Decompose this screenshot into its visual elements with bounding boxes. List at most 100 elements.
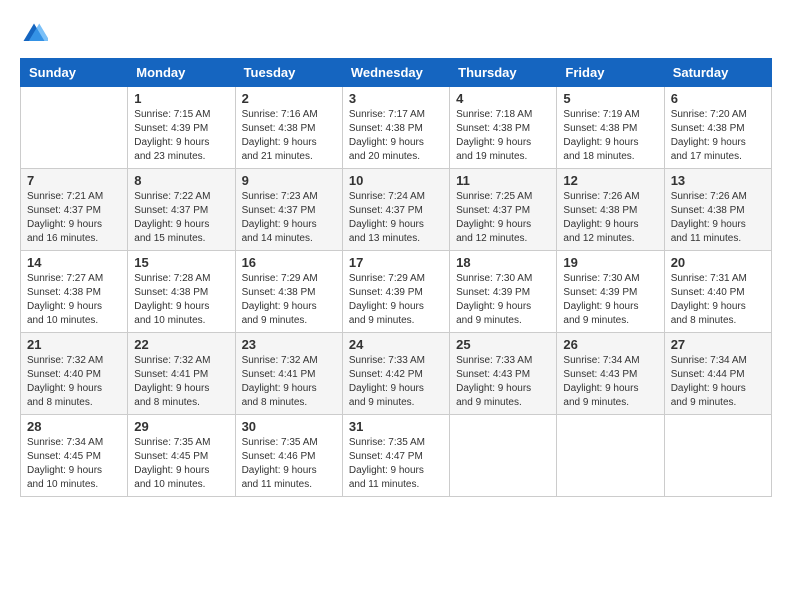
day-info: Sunrise: 7:18 AMSunset: 4:38 PMDaylight:… — [456, 108, 550, 164]
day-info: Sunrise: 7:23 AMSunset: 4:37 PMDaylight:… — [242, 190, 336, 246]
calendar-cell: 5 Sunrise: 7:19 AMSunset: 4:38 PMDaylight… — [557, 87, 664, 169]
calendar-cell: 19 Sunrise: 7:30 AMSunset: 4:39 PMDayligh… — [557, 251, 664, 333]
calendar-cell: 2Sunrise: 7:16 AMSunset: 4:38 PMDaylight… — [235, 87, 342, 169]
calendar-cell: 17 Sunrise: 7:29 AMSunset: 4:39 PMDayligh… — [342, 251, 449, 333]
day-info: Sunrise: 7:34 AMSunset: 4:43 PMDaylight:… — [563, 354, 657, 410]
day-info: Sunrise: 7:20 AMSunset: 4:38 PMDaylight:… — [671, 108, 765, 164]
day-info: Sunrise: 7:35 AMSunset: 4:46 PMDaylight:… — [242, 436, 336, 492]
calendar-cell: 9 Sunrise: 7:23 AMSunset: 4:37 PMDaylight… — [235, 169, 342, 251]
calendar-cell: 1Sunrise: 7:15 AMSunset: 4:39 PMDaylight… — [128, 87, 235, 169]
day-info: Sunrise: 7:33 AMSunset: 4:43 PMDaylight:… — [456, 354, 550, 410]
header-saturday: Saturday — [664, 59, 771, 87]
page-header — [20, 20, 772, 48]
calendar-header-row: SundayMondayTuesdayWednesdayThursdayFrid… — [21, 59, 772, 87]
calendar-cell: 22 Sunrise: 7:32 AMSunset: 4:41 PMDayligh… — [128, 333, 235, 415]
day-info: Sunrise: 7:24 AMSunset: 4:37 PMDaylight:… — [349, 190, 443, 246]
calendar-cell: 6Sunrise: 7:20 AMSunset: 4:38 PMDaylight… — [664, 87, 771, 169]
day-number: 12 — [563, 173, 657, 188]
day-info: Sunrise: 7:33 AMSunset: 4:42 PMDaylight:… — [349, 354, 443, 410]
calendar-cell: 15Sunrise: 7:28 AMSunset: 4:38 PMDayligh… — [128, 251, 235, 333]
day-info: Sunrise: 7:26 AMSunset: 4:38 PMDaylight:… — [671, 190, 765, 246]
day-info: Sunrise: 7:32 AMSunset: 4:41 PMDaylight:… — [134, 354, 228, 410]
calendar-week-3: 14 Sunrise: 7:27 AMSunset: 4:38 PMDayligh… — [21, 251, 772, 333]
day-info: Sunrise: 7:28 AMSunset: 4:38 PMDaylight:… — [134, 272, 228, 328]
calendar-cell — [557, 415, 664, 497]
day-info: Sunrise: 7:29 AMSunset: 4:38 PMDaylight:… — [242, 272, 336, 328]
calendar-cell — [664, 415, 771, 497]
day-number: 23 — [242, 337, 336, 352]
day-number: 14 — [27, 255, 121, 270]
day-number: 31 — [349, 419, 443, 434]
day-info: Sunrise: 7:21 AMSunset: 4:37 PMDaylight:… — [27, 190, 121, 246]
day-info: Sunrise: 7:31 AMSunset: 4:40 PMDaylight:… — [671, 272, 765, 328]
calendar-week-5: 28 Sunrise: 7:34 AMSunset: 4:45 PMDayligh… — [21, 415, 772, 497]
day-number: 8 — [134, 173, 228, 188]
calendar-week-1: 1Sunrise: 7:15 AMSunset: 4:39 PMDaylight… — [21, 87, 772, 169]
day-info: Sunrise: 7:27 AMSunset: 4:38 PMDaylight:… — [27, 272, 121, 328]
calendar-week-2: 7 Sunrise: 7:21 AMSunset: 4:37 PMDaylight… — [21, 169, 772, 251]
calendar-cell: 7 Sunrise: 7:21 AMSunset: 4:37 PMDaylight… — [21, 169, 128, 251]
calendar-cell: 10Sunrise: 7:24 AMSunset: 4:37 PMDayligh… — [342, 169, 449, 251]
calendar-cell: 20 Sunrise: 7:31 AMSunset: 4:40 PMDayligh… — [664, 251, 771, 333]
day-number: 16 — [242, 255, 336, 270]
calendar-cell: 26Sunrise: 7:34 AMSunset: 4:43 PMDayligh… — [557, 333, 664, 415]
day-number: 9 — [242, 173, 336, 188]
day-number: 7 — [27, 173, 121, 188]
header-thursday: Thursday — [450, 59, 557, 87]
day-number: 24 — [349, 337, 443, 352]
calendar-cell: 12 Sunrise: 7:26 AMSunset: 4:38 PMDayligh… — [557, 169, 664, 251]
calendar-cell: 24 Sunrise: 7:33 AMSunset: 4:42 PMDayligh… — [342, 333, 449, 415]
header-wednesday: Wednesday — [342, 59, 449, 87]
day-info: Sunrise: 7:35 AMSunset: 4:45 PMDaylight:… — [134, 436, 228, 492]
day-info: Sunrise: 7:19 AMSunset: 4:38 PMDaylight:… — [563, 108, 657, 164]
calendar-cell: 18 Sunrise: 7:30 AMSunset: 4:39 PMDayligh… — [450, 251, 557, 333]
day-info: Sunrise: 7:29 AMSunset: 4:39 PMDaylight:… — [349, 272, 443, 328]
calendar-cell: 23Sunrise: 7:32 AMSunset: 4:41 PMDayligh… — [235, 333, 342, 415]
day-number: 22 — [134, 337, 228, 352]
day-info: Sunrise: 7:15 AMSunset: 4:39 PMDaylight:… — [134, 108, 228, 164]
day-info: Sunrise: 7:26 AMSunset: 4:38 PMDaylight:… — [563, 190, 657, 246]
day-info: Sunrise: 7:16 AMSunset: 4:38 PMDaylight:… — [242, 108, 336, 164]
calendar-cell: 21 Sunrise: 7:32 AMSunset: 4:40 PMDayligh… — [21, 333, 128, 415]
day-number: 5 — [563, 91, 657, 106]
calendar-cell: 16 Sunrise: 7:29 AMSunset: 4:38 PMDayligh… — [235, 251, 342, 333]
day-info: Sunrise: 7:30 AMSunset: 4:39 PMDaylight:… — [456, 272, 550, 328]
calendar-cell: 13Sunrise: 7:26 AMSunset: 4:38 PMDayligh… — [664, 169, 771, 251]
day-info: Sunrise: 7:22 AMSunset: 4:37 PMDaylight:… — [134, 190, 228, 246]
calendar-cell: 4Sunrise: 7:18 AMSunset: 4:38 PMDaylight… — [450, 87, 557, 169]
day-info: Sunrise: 7:30 AMSunset: 4:39 PMDaylight:… — [563, 272, 657, 328]
day-info: Sunrise: 7:32 AMSunset: 4:40 PMDaylight:… — [27, 354, 121, 410]
day-number: 17 — [349, 255, 443, 270]
day-number: 11 — [456, 173, 550, 188]
calendar-cell: 14 Sunrise: 7:27 AMSunset: 4:38 PMDayligh… — [21, 251, 128, 333]
calendar-week-4: 21 Sunrise: 7:32 AMSunset: 4:40 PMDayligh… — [21, 333, 772, 415]
logo-icon — [20, 20, 48, 48]
calendar-cell: 25 Sunrise: 7:33 AMSunset: 4:43 PMDayligh… — [450, 333, 557, 415]
day-info: Sunrise: 7:25 AMSunset: 4:37 PMDaylight:… — [456, 190, 550, 246]
day-number: 25 — [456, 337, 550, 352]
day-number: 19 — [563, 255, 657, 270]
day-number: 28 — [27, 419, 121, 434]
day-number: 27 — [671, 337, 765, 352]
day-number: 30 — [242, 419, 336, 434]
calendar-cell: 31 Sunrise: 7:35 AMSunset: 4:47 PMDayligh… — [342, 415, 449, 497]
calendar-table: SundayMondayTuesdayWednesdayThursdayFrid… — [20, 58, 772, 497]
calendar-cell: 8 Sunrise: 7:22 AMSunset: 4:37 PMDaylight… — [128, 169, 235, 251]
calendar-cell: 3 Sunrise: 7:17 AMSunset: 4:38 PMDaylight… — [342, 87, 449, 169]
header-sunday: Sunday — [21, 59, 128, 87]
day-info: Sunrise: 7:35 AMSunset: 4:47 PMDaylight:… — [349, 436, 443, 492]
day-number: 18 — [456, 255, 550, 270]
calendar-cell: 30 Sunrise: 7:35 AMSunset: 4:46 PMDayligh… — [235, 415, 342, 497]
calendar-cell — [450, 415, 557, 497]
calendar-cell — [21, 87, 128, 169]
header-monday: Monday — [128, 59, 235, 87]
header-tuesday: Tuesday — [235, 59, 342, 87]
day-info: Sunrise: 7:34 AMSunset: 4:45 PMDaylight:… — [27, 436, 121, 492]
day-number: 20 — [671, 255, 765, 270]
calendar-cell: 27Sunrise: 7:34 AMSunset: 4:44 PMDayligh… — [664, 333, 771, 415]
day-info: Sunrise: 7:17 AMSunset: 4:38 PMDaylight:… — [349, 108, 443, 164]
day-number: 29 — [134, 419, 228, 434]
calendar-cell: 29 Sunrise: 7:35 AMSunset: 4:45 PMDayligh… — [128, 415, 235, 497]
day-number: 21 — [27, 337, 121, 352]
day-number: 3 — [349, 91, 443, 106]
